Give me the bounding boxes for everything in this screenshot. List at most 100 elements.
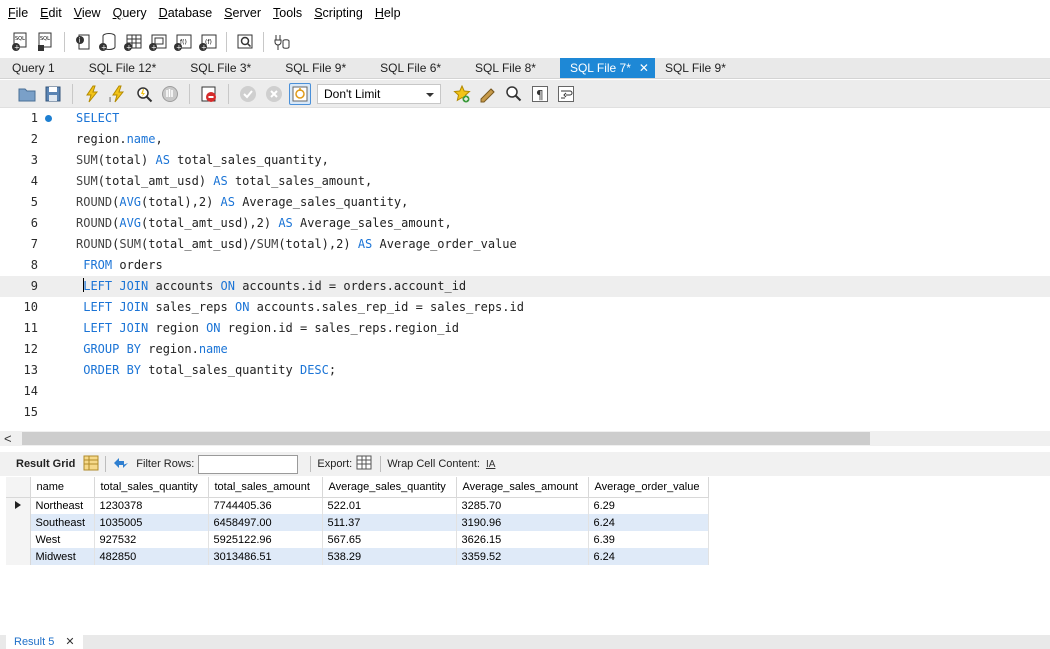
row-header[interactable] bbox=[6, 497, 31, 514]
word-wrap-icon[interactable] bbox=[555, 83, 577, 105]
column-header-name[interactable]: name bbox=[30, 477, 95, 498]
limit-rows-select[interactable]: Don't Limit bbox=[317, 83, 441, 104]
create-view-icon[interactable]: + bbox=[147, 30, 169, 54]
open-file-icon[interactable] bbox=[16, 83, 38, 105]
tab-sql-file-7-[interactable]: SQL File 7* ✕ bbox=[559, 58, 655, 78]
table-cell[interactable]: 6.29 bbox=[588, 497, 709, 514]
close-icon[interactable]: ✕ bbox=[639, 61, 649, 75]
table-row[interactable]: Midwest 482850 3013486.51 538.29 3359.52 6.24 bbox=[6, 548, 709, 565]
column-header-total_sales_amount[interactable]: total_sales_amount bbox=[208, 477, 323, 498]
tab-sql-file-9-[interactable]: SQL File 9* bbox=[655, 58, 736, 78]
execute-current-statement-icon[interactable]: I bbox=[107, 83, 129, 105]
stop-icon[interactable] bbox=[159, 83, 181, 105]
commit-icon[interactable] bbox=[237, 83, 259, 105]
row-header[interactable] bbox=[6, 514, 31, 531]
tab-sql-file-8-[interactable]: SQL File 8* bbox=[465, 58, 546, 78]
toggle-autocommit-icon[interactable] bbox=[289, 82, 311, 105]
create-schema-icon[interactable]: + bbox=[97, 30, 119, 54]
table-cell[interactable]: 3190.96 bbox=[456, 514, 589, 531]
column-header-average_sales_amount[interactable]: Average_sales_amount bbox=[456, 477, 589, 498]
table-row[interactable]: Northeast 1230378 7744405.36 522.01 3285.70 6… bbox=[6, 497, 709, 514]
table-cell[interactable]: 927532 bbox=[94, 531, 209, 548]
result-tab[interactable]: Result 5 ✕ bbox=[6, 633, 83, 649]
tab-query-1[interactable]: Query 1 bbox=[2, 58, 65, 78]
column-header-average_sales_quantity[interactable]: Average_sales_quantity bbox=[322, 477, 457, 498]
filter-rows-input[interactable] bbox=[198, 454, 299, 474]
sql-keyword: ORDER BY bbox=[83, 363, 142, 377]
beautify-icon[interactable] bbox=[477, 83, 499, 105]
table-cell[interactable]: 1035005 bbox=[94, 514, 209, 531]
menu-edit[interactable]: Edit bbox=[34, 0, 68, 26]
code-text: FROM orders bbox=[76, 255, 162, 276]
grid-view-icon[interactable] bbox=[83, 455, 99, 474]
invisible-chars-icon[interactable]: ¶ bbox=[529, 83, 551, 105]
table-cell[interactable]: 5925122.96 bbox=[208, 531, 323, 548]
add-snippet-icon[interactable] bbox=[451, 83, 473, 105]
menu-file[interactable]: File bbox=[2, 0, 34, 26]
export-icon[interactable] bbox=[356, 455, 374, 474]
menu-scripting[interactable]: Scripting bbox=[308, 0, 369, 26]
table-row[interactable]: Southeast 1035005 6458497.00 511.37 3190.96 6… bbox=[6, 514, 709, 531]
menu-database[interactable]: Database bbox=[153, 0, 219, 26]
table-cell[interactable]: 6458497.00 bbox=[208, 514, 323, 531]
open-sql-script-icon[interactable]: SQL bbox=[35, 30, 57, 54]
tab-sql-file-9-[interactable]: SQL File 9* bbox=[275, 58, 356, 78]
sql-editor[interactable]: 1 SELECT 2 region.name, 3 SUM(total) AS total… bbox=[0, 108, 1050, 431]
toggle-stop-on-error-icon[interactable] bbox=[198, 83, 220, 105]
tab-sql-file-3-[interactable]: SQL File 3* bbox=[180, 58, 261, 78]
sql-text: total_sales_amount, bbox=[227, 174, 373, 188]
menu-server[interactable]: Server bbox=[218, 0, 267, 26]
create-table-icon[interactable]: + bbox=[122, 30, 144, 54]
inspector-icon[interactable]: i bbox=[72, 30, 94, 54]
column-header-average_order_value[interactable]: Average_order_value bbox=[588, 477, 709, 498]
editor-horizontal-scrollbar[interactable]: < bbox=[0, 431, 1050, 446]
create-function-icon[interactable]: (f) + bbox=[197, 30, 219, 54]
find-replace-icon[interactable] bbox=[503, 83, 525, 105]
tab-sql-file-12-[interactable]: SQL File 12* bbox=[79, 58, 167, 78]
menu-query[interactable]: Query bbox=[107, 0, 153, 26]
column-header-total_sales_quantity[interactable]: total_sales_quantity bbox=[94, 477, 209, 498]
table-cell[interactable]: 511.37 bbox=[322, 514, 457, 531]
result-grid-label[interactable]: Result Grid bbox=[16, 458, 75, 470]
table-cell[interactable]: 6.39 bbox=[588, 531, 709, 548]
table-cell[interactable]: 567.65 bbox=[322, 531, 457, 548]
menu-label: uery bbox=[122, 6, 147, 20]
table-cell[interactable]: 482850 bbox=[94, 548, 209, 565]
row-header[interactable] bbox=[6, 548, 31, 565]
sql-function: ROUND bbox=[76, 195, 113, 209]
create-procedure-icon[interactable]: f() + bbox=[172, 30, 194, 54]
table-cell[interactable]: 3626.15 bbox=[456, 531, 589, 548]
wrap-cell-content-icon[interactable]: IA bbox=[486, 459, 495, 470]
save-icon[interactable] bbox=[42, 83, 64, 105]
refresh-icon[interactable] bbox=[112, 455, 130, 474]
search-table-data-icon[interactable] bbox=[234, 30, 256, 54]
row-header[interactable] bbox=[6, 531, 31, 548]
table-cell[interactable]: 6.24 bbox=[588, 548, 709, 565]
table-cell[interactable]: 1230378 bbox=[94, 497, 209, 514]
table-cell[interactable]: 3285.70 bbox=[456, 497, 589, 514]
new-sql-tab-icon[interactable]: SQL + bbox=[10, 30, 32, 54]
sql-text: , bbox=[155, 132, 163, 146]
table-cell[interactable]: West bbox=[30, 531, 95, 548]
reconnect-icon[interactable] bbox=[271, 30, 293, 54]
table-cell[interactable]: 3013486.51 bbox=[208, 548, 323, 565]
scroll-left-icon[interactable]: < bbox=[4, 431, 12, 446]
table-cell[interactable]: 522.01 bbox=[322, 497, 457, 514]
rollback-icon[interactable] bbox=[263, 83, 285, 105]
menu-tools[interactable]: Tools bbox=[267, 0, 308, 26]
table-cell[interactable]: 7744405.36 bbox=[208, 497, 323, 514]
execute-icon[interactable] bbox=[81, 83, 103, 105]
table-cell[interactable]: 538.29 bbox=[322, 548, 457, 565]
scrollbar-thumb[interactable] bbox=[22, 432, 870, 445]
close-icon[interactable]: ✕ bbox=[65, 636, 74, 648]
menu-view[interactable]: View bbox=[68, 0, 107, 26]
menu-help[interactable]: Help bbox=[369, 0, 407, 26]
table-cell[interactable]: 6.24 bbox=[588, 514, 709, 531]
table-cell[interactable]: 3359.52 bbox=[456, 548, 589, 565]
table-cell[interactable]: Southeast bbox=[30, 514, 95, 531]
table-row[interactable]: West 927532 5925122.96 567.65 3626.15 6.39 bbox=[6, 531, 709, 548]
table-cell[interactable]: Northeast bbox=[30, 497, 95, 514]
table-cell[interactable]: Midwest bbox=[30, 548, 95, 565]
tab-sql-file-6-[interactable]: SQL File 6* bbox=[370, 58, 451, 78]
explain-icon[interactable] bbox=[133, 83, 155, 105]
